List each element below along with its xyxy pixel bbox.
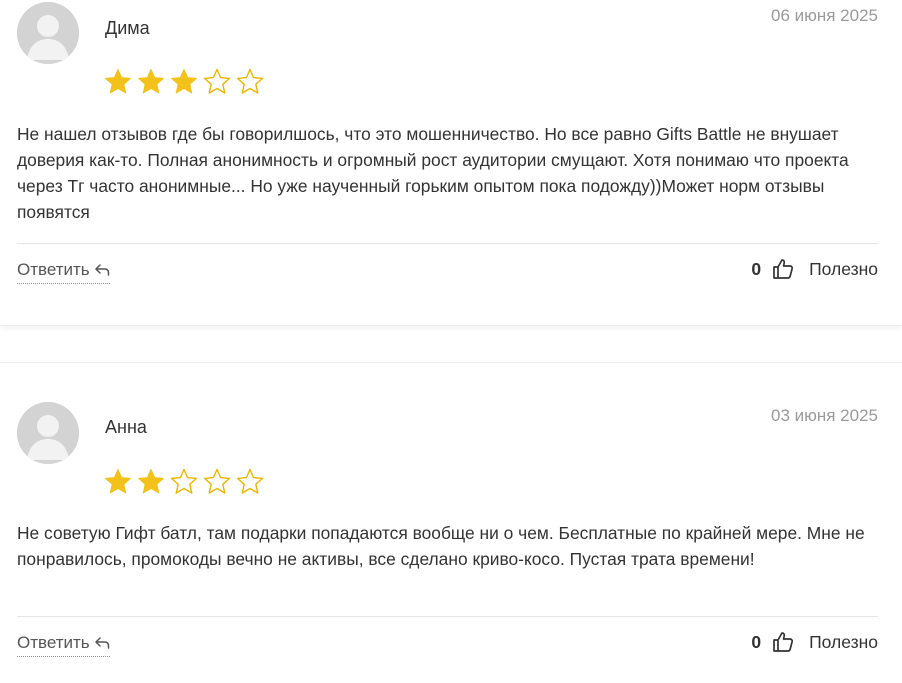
review-card: Анна 03 июня 2025 Не советую Гифт батл, …	[0, 362, 902, 683]
star-empty-icon	[203, 468, 231, 494]
thumbs-up-icon[interactable]	[771, 630, 795, 654]
reply-button[interactable]: Ответить	[17, 260, 110, 284]
helpful-label[interactable]: Полезно	[809, 259, 878, 280]
like-count: 0	[751, 631, 762, 652]
star-filled-icon	[105, 469, 131, 494]
user-silhouette-icon	[17, 2, 79, 64]
like-count: 0	[751, 258, 762, 279]
divider	[17, 616, 878, 617]
reply-arrow-icon	[94, 637, 109, 649]
avatar	[17, 2, 79, 64]
helpful-label[interactable]: Полезно	[809, 632, 878, 653]
star-empty-icon	[203, 68, 231, 94]
review-text: Не советую Гифт батл, там подарки попада…	[17, 523, 865, 569]
reply-button[interactable]: Ответить	[17, 633, 110, 657]
user-silhouette-icon	[17, 402, 79, 464]
reply-arrow-icon	[94, 264, 109, 276]
review-author: Анна	[105, 417, 147, 437]
reviews-page: Дима 06 июня 2025 Не нашел отзывов где б…	[0, 0, 902, 683]
star-filled-icon	[138, 469, 164, 494]
review-card: Дима 06 июня 2025 Не нашел отзывов где б…	[0, 0, 902, 326]
reply-label: Ответить	[17, 260, 90, 279]
thumbs-up-icon[interactable]	[771, 257, 795, 281]
review-date: 06 июня 2025	[770, 6, 878, 25]
star-empty-icon	[236, 68, 264, 94]
rating-stars	[103, 467, 265, 497]
star-filled-icon	[105, 69, 131, 94]
review-text: Не нашел отзывов где бы говорилшось, что…	[17, 124, 849, 222]
star-filled-icon	[138, 69, 164, 94]
star-empty-icon	[236, 468, 264, 494]
avatar	[17, 402, 79, 464]
reply-label: Ответить	[17, 633, 90, 652]
helpful-block: 0 Полезно	[751, 257, 878, 281]
divider	[17, 243, 878, 244]
star-filled-icon	[171, 69, 197, 94]
review-author: Дима	[105, 18, 150, 38]
helpful-block: 0 Полезно	[751, 630, 878, 654]
star-empty-icon	[170, 468, 198, 494]
review-date: 03 июня 2025	[770, 406, 878, 425]
rating-stars	[103, 67, 265, 97]
